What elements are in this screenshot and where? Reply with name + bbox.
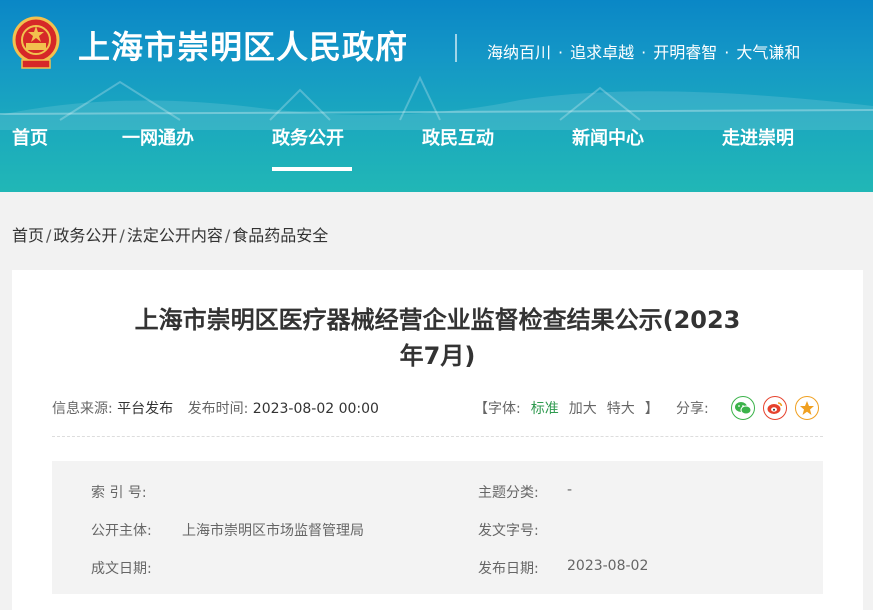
nav-item-gov-affairs[interactable]: 政务公开: [272, 124, 344, 150]
breadcrumb-item-food-drug[interactable]: 食品药品安全: [232, 226, 328, 245]
breadcrumb-separator: /: [46, 226, 52, 245]
site-header: 上海市崇明区人民政府 海纳百川 · 追求卓越 · 开明睿智 · 大气谦和 首页 一网通办 政…: [0, 0, 873, 192]
font-size-switcher: 【字体: 标准 加大 特大】: [474, 398, 659, 418]
nav-active-indicator: [272, 167, 352, 171]
article-card: 上海市崇明区医疗器械经营企业监督检查结果公示(2023 年7月) 信息来源: 平…: [12, 270, 863, 610]
article-title-line: 上海市崇明区医疗器械经营企业监督检查结果公示(2023: [134, 306, 741, 334]
site-slogan: 海纳百川 · 追求卓越 · 开明睿智 · 大气谦和: [487, 39, 800, 63]
font-size-label: 【字体:: [474, 401, 521, 417]
share-label: 分享:: [676, 401, 709, 417]
slogan-phrase: 大气谦和: [736, 43, 801, 62]
publisher-value: 上海市崇明区市场监督管理局: [182, 523, 364, 539]
slogan-phrase: 开明睿智: [653, 43, 718, 62]
national-emblem-icon: [12, 16, 60, 69]
document-info-box: 索 引 号: 主题分类: - 公开主体: 上海市崇明区市场监督管理局 发文字号:…: [52, 461, 823, 594]
nav-item-about[interactable]: 走进崇明: [722, 124, 794, 150]
slogan-separator: ·: [724, 43, 730, 62]
article-meta: 信息来源: 平台发布 发布时间: 2023-08-02 00:00: [52, 398, 389, 418]
source-value: 平台发布: [117, 401, 174, 417]
main-nav: 首页 一网通办 政务公开 政民互动 新闻中心 走进崇明: [0, 124, 873, 150]
breadcrumb: 首页 / 政务公开 / 法定公开内容 / 食品药品安全: [12, 222, 328, 246]
nav-item-news[interactable]: 新闻中心: [572, 124, 644, 150]
share-wechat-button[interactable]: [731, 396, 755, 420]
publish-time-label: 发布时间:: [187, 401, 249, 417]
meta-divider: [52, 436, 823, 437]
written-date-label: 成文日期:: [91, 561, 152, 577]
slogan-phrase: 海纳百川: [487, 43, 552, 62]
site-title[interactable]: 上海市崇明区人民政府: [78, 22, 408, 68]
font-standard-button[interactable]: 标准: [531, 401, 559, 417]
breadcrumb-separator: /: [119, 226, 125, 245]
breadcrumb-item-gov-affairs[interactable]: 政务公开: [53, 226, 117, 245]
font-size-bracket-close: 】: [644, 401, 659, 417]
font-xlarge-button[interactable]: 特大: [607, 401, 635, 417]
slogan-phrase: 追求卓越: [570, 43, 635, 62]
skyline-bridge-graphic: [0, 75, 873, 130]
source-label: 信息来源:: [52, 401, 113, 417]
article-title-line: 年7月): [399, 342, 476, 370]
weibo-icon: [767, 402, 783, 414]
breadcrumb-item-home[interactable]: 首页: [12, 226, 44, 245]
topic-category-value: -: [567, 482, 573, 498]
nav-item-home[interactable]: 首页: [12, 124, 48, 150]
nav-item-services[interactable]: 一网通办: [122, 124, 194, 150]
topic-category-label: 主题分类:: [478, 485, 539, 501]
publisher-label: 公开主体:: [91, 523, 152, 539]
publish-time-value: 2023-08-02 00:00: [252, 401, 379, 417]
publish-date-label: 发布日期:: [478, 561, 539, 577]
header-divider: [455, 34, 457, 62]
star-icon: [800, 401, 814, 415]
share-favorite-button[interactable]: [795, 396, 819, 420]
nav-item-interaction[interactable]: 政民互动: [422, 124, 494, 150]
breadcrumb-separator: /: [224, 226, 231, 245]
document-number-label: 发文字号:: [478, 523, 539, 539]
slogan-separator: ·: [641, 43, 647, 62]
publish-date-value: 2023-08-02: [567, 558, 649, 574]
slogan-separator: ·: [558, 43, 564, 62]
index-number-label: 索 引 号:: [91, 485, 147, 501]
share-weibo-button[interactable]: [763, 396, 787, 420]
breadcrumb-item-statutory[interactable]: 法定公开内容: [127, 226, 223, 245]
article-title: 上海市崇明区医疗器械经营企业监督检查结果公示(2023 年7月): [42, 302, 833, 374]
wechat-icon: [735, 402, 751, 415]
font-large-button[interactable]: 加大: [569, 401, 597, 417]
